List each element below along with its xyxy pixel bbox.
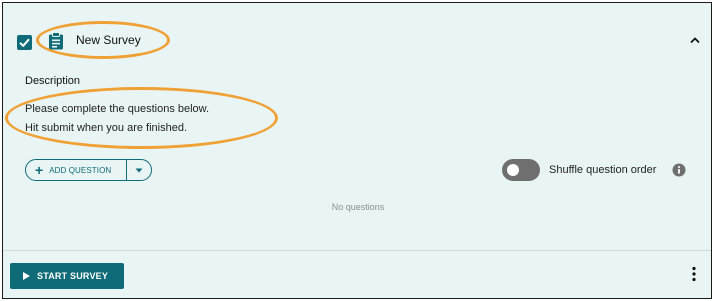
plus-icon: + [35, 162, 44, 178]
add-question-split-button: + ADD QUESTION [25, 159, 152, 181]
more-vertical-icon[interactable] [691, 266, 697, 282]
description-line[interactable]: Hit submit when you are finished. [25, 122, 187, 134]
info-icon[interactable] [672, 163, 686, 177]
description-label: Description [25, 75, 81, 87]
toggle-knob [507, 164, 519, 176]
start-survey-button[interactable]: START SURVEY [10, 263, 124, 289]
footer-divider [3, 250, 711, 251]
shuffle-toggle[interactable] [502, 159, 540, 181]
description-highlight-annotation [5, 87, 278, 149]
start-survey-label: START SURVEY [37, 271, 109, 281]
add-question-button[interactable]: + ADD QUESTION [26, 160, 127, 180]
no-questions-text: No questions [331, 202, 385, 212]
chevron-up-icon[interactable] [689, 36, 701, 44]
survey-checkbox[interactable] [17, 35, 32, 50]
survey-title[interactable]: New Survey [76, 33, 141, 47]
play-icon [23, 272, 30, 280]
caret-down-icon[interactable] [135, 168, 143, 173]
add-question-label: ADD QUESTION [49, 165, 112, 175]
survey-card: New Survey Description Please complete t… [2, 2, 712, 299]
clipboard-icon [49, 32, 63, 50]
checkmark-icon [19, 38, 30, 48]
shuffle-label: Shuffle question order [549, 164, 657, 176]
description-line[interactable]: Please complete the questions below. [25, 103, 209, 115]
